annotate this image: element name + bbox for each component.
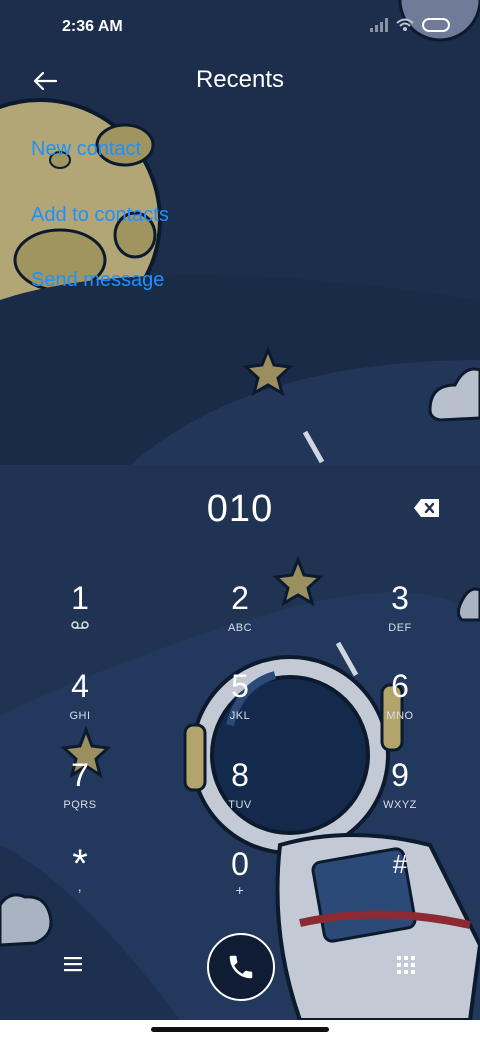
key-digit: * — [72, 842, 88, 886]
key-letters: GHI — [69, 710, 91, 722]
status-icons — [370, 18, 450, 32]
key-2[interactable]: 2 ABC — [190, 580, 290, 660]
key-digit: 7 — [71, 757, 89, 793]
signal-icon — [370, 18, 388, 32]
key-letters: JKL — [229, 710, 251, 722]
backspace-button[interactable] — [413, 497, 441, 519]
status-time: 2:36 AM — [62, 18, 123, 35]
dialed-number: 010 — [206, 488, 274, 530]
key-digit: 8 — [231, 757, 249, 793]
key-digit: 5 — [231, 668, 249, 704]
hamburger-menu-icon — [64, 957, 82, 972]
key-letters: + — [235, 882, 245, 898]
home-indicator[interactable] — [151, 1027, 329, 1032]
key-1[interactable]: 1 — [30, 580, 130, 660]
wifi-icon — [396, 18, 414, 31]
key-digit: 9 — [391, 757, 409, 793]
key-digit: 2 — [231, 580, 249, 616]
key-digit: # — [392, 849, 408, 879]
key-letters: TUV — [228, 799, 252, 811]
new-contact-link[interactable]: New contact — [31, 138, 141, 161]
page-title: Recents — [195, 66, 285, 93]
key-4[interactable]: 4 GHI — [30, 668, 130, 748]
dialpad-grid-icon — [397, 956, 415, 974]
key-hash[interactable]: # — [350, 846, 450, 926]
key-7[interactable]: 7 PQRS — [30, 757, 130, 837]
key-digit: 0 — [231, 846, 249, 882]
key-letters: DEF — [388, 622, 412, 634]
key-star[interactable]: * , — [30, 842, 130, 926]
add-to-contacts-link[interactable]: Add to contacts — [31, 204, 169, 227]
key-digit: 1 — [71, 580, 89, 616]
key-letters: WXYZ — [383, 799, 417, 811]
key-8[interactable]: 8 TUV — [190, 757, 290, 837]
backspace-icon — [414, 499, 439, 517]
key-5[interactable]: 5 JKL — [190, 668, 290, 748]
key-letters: MNO — [386, 710, 414, 722]
key-3[interactable]: 3 DEF — [350, 580, 450, 660]
dialpad-toggle-button[interactable] — [396, 955, 416, 975]
send-message-link[interactable]: Send message — [31, 269, 164, 292]
key-6[interactable]: 6 MNO — [350, 668, 450, 748]
key-0[interactable]: 0 + — [190, 846, 290, 926]
key-letters: PQRS — [63, 799, 97, 811]
voicemail-icon — [71, 621, 89, 629]
key-letters: , — [77, 878, 83, 894]
key-9[interactable]: 9 WXYZ — [350, 757, 450, 837]
battery-icon — [422, 18, 450, 32]
key-digit: 3 — [391, 580, 409, 616]
menu-button[interactable] — [62, 953, 84, 975]
call-button[interactable] — [207, 933, 275, 1001]
key-digit: 4 — [71, 668, 89, 704]
phone-icon — [229, 955, 253, 979]
key-letters: ABC — [227, 622, 253, 634]
key-digit: 6 — [391, 668, 409, 704]
